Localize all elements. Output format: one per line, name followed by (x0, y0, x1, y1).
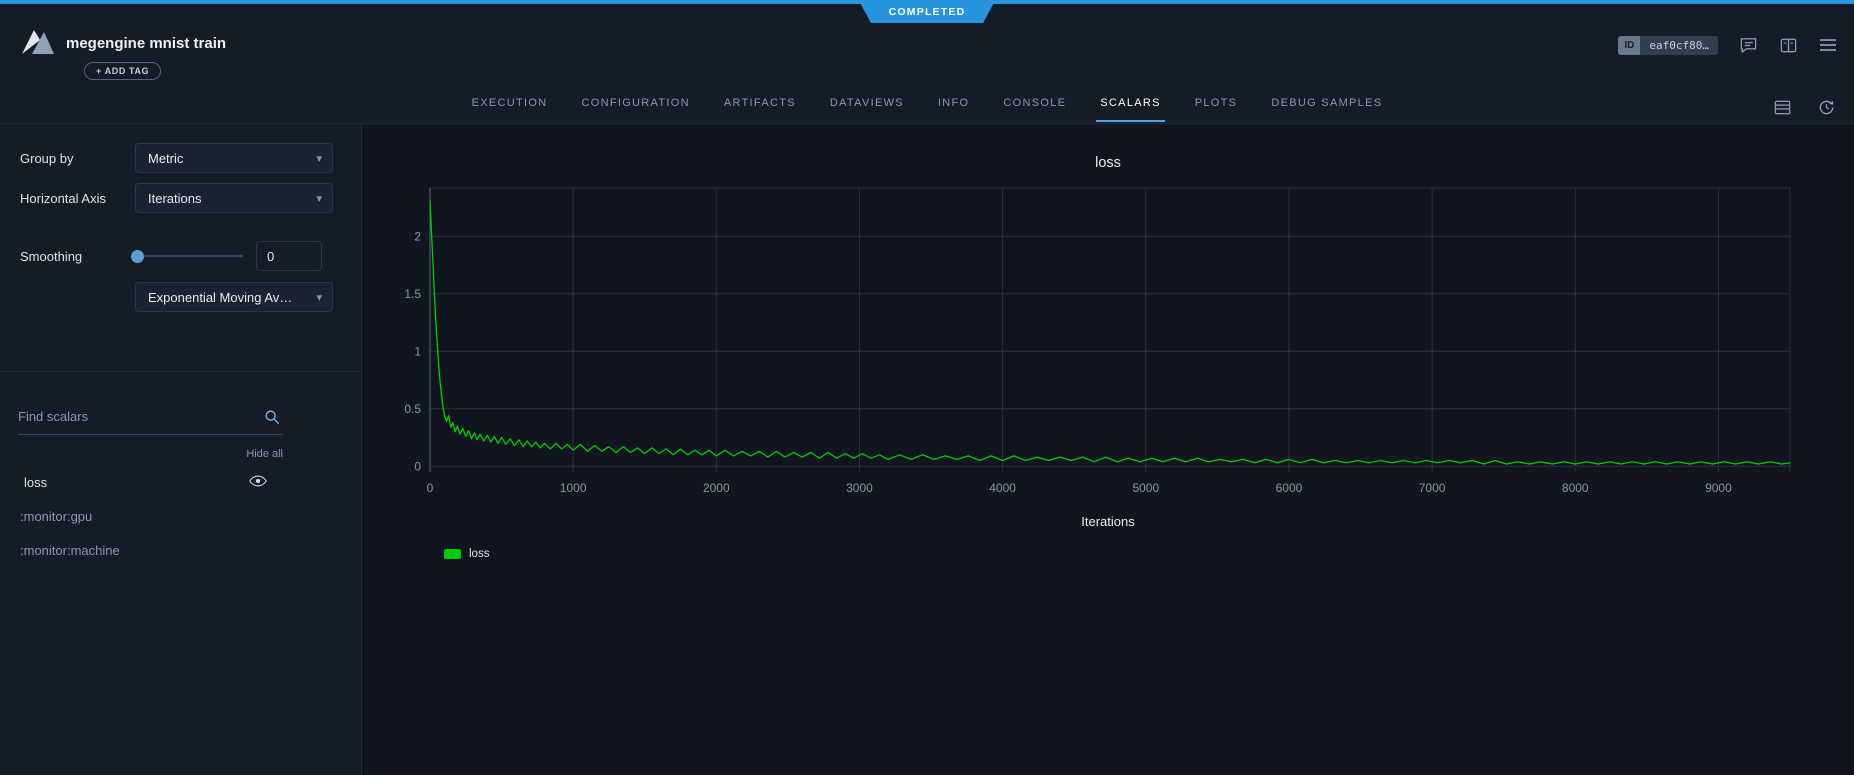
svg-text:0: 0 (414, 459, 421, 473)
horizontal-axis-dropdown[interactable]: Iterations ▾ (135, 183, 333, 213)
legend-label: loss (469, 548, 489, 560)
tab-artifacts[interactable]: ARTIFACTS (710, 88, 810, 122)
chevron-down-icon: ▾ (316, 152, 322, 165)
svg-text:2000: 2000 (703, 481, 730, 495)
comment-icon[interactable] (1738, 35, 1758, 55)
metric-label: :monitor:gpu (20, 509, 92, 524)
svg-text:4000: 4000 (989, 481, 1016, 495)
tab-debug-samples[interactable]: DEBUG SAMPLES (1257, 88, 1396, 122)
smoothing-value-input[interactable] (256, 241, 322, 271)
metric-row-loss[interactable]: loss (0, 469, 283, 495)
tab-scalars[interactable]: SCALARS (1086, 88, 1174, 122)
metric-label: loss (24, 475, 47, 490)
id-value: eaf0cf80… (1640, 36, 1718, 55)
chevron-down-icon: ▾ (316, 192, 322, 205)
menu-icon[interactable] (1818, 35, 1838, 55)
x-axis-label: Iterations (362, 514, 1854, 529)
horizontal-axis-label: Horizontal Axis (20, 191, 106, 206)
add-tag-button[interactable]: + ADD TAG (84, 62, 161, 80)
auto-refresh-icon[interactable] (1816, 97, 1836, 117)
svg-text:1.5: 1.5 (404, 287, 421, 301)
details-panel-icon[interactable] (1778, 35, 1798, 55)
chart-title: loss (362, 155, 1854, 171)
smoothing-type-value: Exponential Moving Av… (148, 290, 292, 305)
tab-info[interactable]: INFO (924, 88, 983, 122)
metric-label: :monitor:machine (20, 543, 120, 558)
svg-text:0.5: 0.5 (404, 402, 421, 416)
tabs: EXECUTION CONFIGURATION ARTIFACTS DATAVI… (0, 88, 1854, 122)
tab-execution[interactable]: EXECUTION (458, 88, 562, 122)
smoothing-type-dropdown[interactable]: Exponential Moving Av… ▾ (135, 282, 333, 312)
scalars-sidebar: Group by Metric ▾ Horizontal Axis Iterat… (0, 125, 362, 775)
svg-text:0: 0 (427, 481, 434, 495)
smoothing-slider[interactable] (137, 255, 243, 257)
tab-dataviews[interactable]: DATAVIEWS (816, 88, 918, 122)
experiment-id-badge[interactable]: ID eaf0cf80… (1618, 36, 1718, 55)
header-actions: ID eaf0cf80… (1618, 30, 1838, 60)
svg-text:8000: 8000 (1562, 481, 1589, 495)
svg-text:3000: 3000 (846, 481, 873, 495)
smoothing-label: Smoothing (20, 249, 82, 264)
sidebar-divider (0, 371, 361, 372)
chart-legend[interactable]: loss (444, 548, 489, 560)
smoothing-slider-thumb[interactable] (131, 250, 144, 263)
scalars-chart-panel: loss 0 1000 2000 3000 4000 5000 6000 7000 8000 90… (362, 125, 1854, 775)
svg-text:2: 2 (414, 229, 421, 243)
scalar-search (18, 401, 283, 435)
metric-row-monitor-machine[interactable]: :monitor:machine (0, 537, 283, 563)
experiment-title: megengine mnist train (66, 35, 226, 52)
svg-text:6000: 6000 (1276, 481, 1303, 495)
tab-plots[interactable]: PLOTS (1181, 88, 1252, 122)
tab-console[interactable]: CONSOLE (989, 88, 1080, 122)
horizontal-axis-value: Iterations (148, 191, 201, 206)
search-input[interactable] (18, 401, 253, 431)
id-label: ID (1618, 36, 1640, 55)
metric-row-monitor-gpu[interactable]: :monitor:gpu (0, 503, 283, 529)
status-banner: COMPLETED (859, 0, 996, 23)
svg-text:1000: 1000 (560, 481, 587, 495)
group-by-label: Group by (20, 151, 73, 166)
visibility-eye-icon[interactable] (249, 474, 267, 493)
loss-chart[interactable]: 0 1000 2000 3000 4000 5000 6000 7000 8000 9000 0 0.… (362, 178, 1854, 508)
svg-text:1: 1 (414, 344, 421, 358)
search-icon[interactable] (263, 408, 281, 431)
main-content: Group by Metric ▾ Horizontal Axis Iterat… (0, 125, 1854, 775)
app-logo-icon (20, 26, 56, 58)
chevron-down-icon: ▾ (316, 291, 322, 304)
group-by-dropdown[interactable]: Metric ▾ (135, 143, 333, 173)
tab-bar: EXECUTION CONFIGURATION ARTIFACTS DATAVI… (0, 88, 1854, 124)
tabbar-actions (1772, 97, 1836, 117)
svg-text:7000: 7000 (1419, 481, 1446, 495)
tab-configuration[interactable]: CONFIGURATION (567, 88, 703, 122)
metrics-table-icon[interactable] (1772, 97, 1792, 117)
svg-text:9000: 9000 (1705, 481, 1732, 495)
legend-swatch (444, 549, 461, 559)
svg-text:5000: 5000 (1132, 481, 1159, 495)
hide-all-button[interactable]: Hide all (18, 448, 283, 460)
group-by-value: Metric (148, 151, 183, 166)
